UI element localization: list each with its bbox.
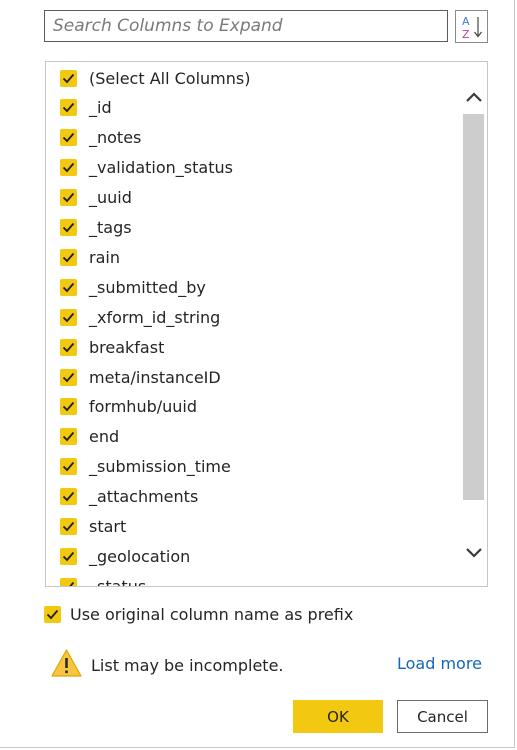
column-list-item[interactable]: _status [60,571,146,586]
column-label: rain [89,247,120,267]
checkmark-icon [62,432,75,442]
column-label: _attachments [89,487,199,507]
column-checkbox[interactable] [60,338,77,356]
column-list-item[interactable]: _submitted_by [60,272,206,302]
column-checkbox[interactable] [60,189,77,207]
column-checkbox[interactable] [60,159,77,177]
column-checkbox[interactable] [60,219,77,236]
column-label: _uuid [89,188,132,208]
checkmark-icon [46,609,59,619]
checkmark-icon [62,73,75,83]
column-label: _xform_id_string [89,307,221,327]
column-checkbox[interactable] [60,458,77,476]
column-list-item[interactable]: end [60,422,119,452]
column-label: _id [89,98,112,118]
checkmark-icon [62,402,75,412]
column-list-item[interactable]: _uuid [60,183,132,213]
column-checkbox[interactable] [60,547,77,565]
scroll-up-button[interactable] [460,82,487,112]
column-label: (Select All Columns) [89,68,251,88]
chevron-up-icon [465,92,482,102]
sort-glyph-bottom: Z [462,28,470,41]
column-checkbox[interactable] [60,278,77,296]
checkmark-icon [62,492,75,502]
column-list-item[interactable]: _validation_status [60,153,233,183]
column-checkbox[interactable] [60,518,77,535]
column-checkbox[interactable] [60,428,77,446]
checkmark-icon [62,312,75,323]
cancel-button[interactable]: Cancel [397,700,488,733]
column-list-item[interactable]: rain [60,242,120,272]
column-list-item[interactable]: _id [60,93,112,123]
load-more-link[interactable]: Load more [397,654,482,673]
warning-icon [50,648,83,683]
sort-glyph-top: A [462,15,470,28]
column-label: _geolocation [89,546,191,566]
column-label: end [89,427,120,447]
chevron-down-icon [465,548,482,558]
checkmark-icon [62,222,75,233]
checkmark-icon [62,282,75,293]
checkmark-icon [63,581,75,586]
column-label: _submitted_by [89,277,206,297]
column-list-item[interactable]: meta/instanceID [60,362,221,392]
column-list-item[interactable]: _attachments [60,482,198,512]
prefix-label: Use original column name as prefix [70,604,354,624]
search-input[interactable] [44,10,448,42]
column-checkbox[interactable] [60,99,77,117]
column-checkbox[interactable] [60,398,77,416]
column-label: _tags [89,218,132,237]
sort-az-button[interactable]: A Z [455,10,488,43]
prefix-checkbox[interactable] [44,605,61,623]
checkmark-icon [62,342,75,352]
vertical-scrollbar[interactable] [460,62,487,586]
column-list-item[interactable]: _submission_time [60,452,231,482]
column-checkbox[interactable] [60,368,77,386]
warning-message: List may be incomplete. [50,648,284,682]
column-checkbox[interactable] [60,248,77,266]
checkmark-icon [62,163,75,173]
column-label: breakfast [89,337,165,357]
prefix-option[interactable]: Use original column name as prefix [44,602,353,626]
column-list-item[interactable]: formhub/uuid [60,392,197,422]
column-label: _submission_time [89,457,231,477]
column-checkbox[interactable] [60,69,77,87]
columns-list-box: (Select All Columns) _id _notes _validation… [45,61,488,587]
checkmark-icon [62,252,75,263]
columns-list: (Select All Columns) _id _notes _validation… [46,62,460,586]
column-label: meta/instanceID [89,367,221,387]
expand-columns-dialog: A Z (Select All Columns) _id _notes _valida… [0,0,515,748]
column-label: start [89,517,127,536]
column-list-item[interactable]: _notes [60,123,141,153]
checkmark-icon [62,193,75,203]
column-list-item[interactable]: _geolocation [60,541,190,571]
ok-button[interactable]: OK [293,700,383,733]
checkmark-icon [62,133,75,143]
column-list-item[interactable]: (Select All Columns) [60,63,250,93]
scrollbar-thumb[interactable] [463,114,484,500]
column-checkbox[interactable] [60,577,77,586]
column-checkbox[interactable] [60,129,77,147]
column-label: _notes [89,128,142,148]
scroll-down-button[interactable] [460,538,487,568]
column-label: formhub/uuid [89,397,198,417]
checkmark-icon [62,372,75,382]
column-list-item[interactable]: start [60,512,126,542]
column-label: _status [89,577,146,586]
warning-text: List may be incomplete. [91,655,284,675]
sort-az-icon: A Z [456,15,487,45]
column-checkbox[interactable] [60,488,77,506]
column-list-item[interactable]: _tags [60,213,132,243]
column-list-item[interactable]: _xform_id_string [60,302,220,332]
column-label: _validation_status [89,158,233,178]
column-list-item[interactable]: breakfast [60,332,164,362]
checkmark-icon [62,103,75,113]
checkmark-icon [62,521,75,532]
column-checkbox[interactable] [60,308,77,326]
checkmark-icon [62,462,75,472]
checkmark-icon [62,551,75,562]
